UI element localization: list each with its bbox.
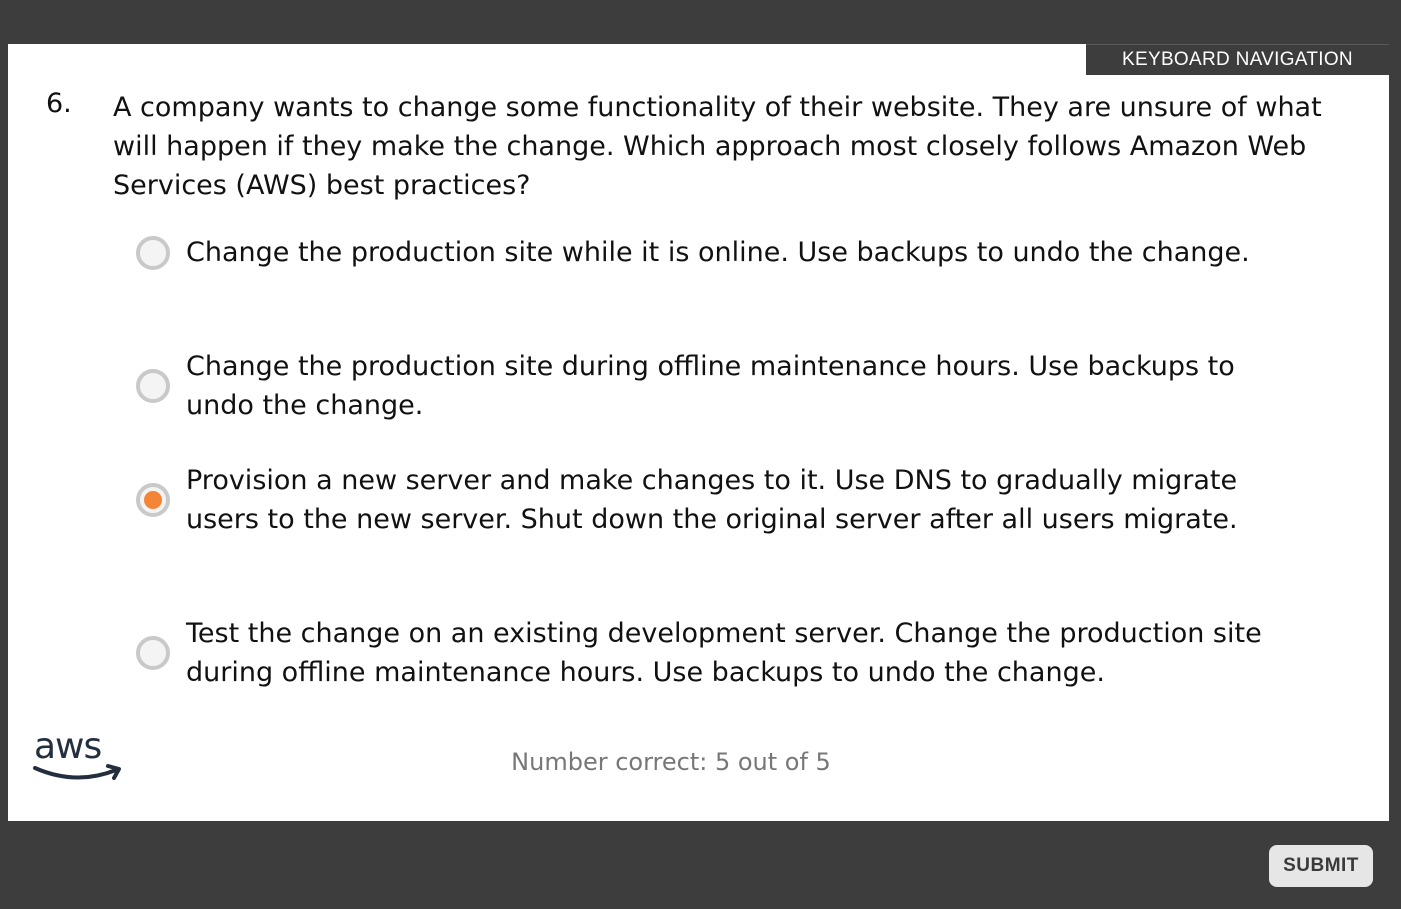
answer-option-2-text: Change the production site during offlin…	[186, 351, 1235, 421]
question-number: 6.	[46, 88, 72, 119]
answer-option-1-text: Change the production site while it is o…	[186, 237, 1250, 268]
answer-option-4-text: Test the change on an existing developme…	[186, 618, 1262, 688]
radio-button-1[interactable]	[136, 235, 170, 270]
answer-option-2[interactable]: Change the production site during offlin…	[136, 347, 1276, 425]
radio-button-2[interactable]	[136, 369, 170, 403]
question-panel: KEYBOARD NAVIGATION 6. A company wants t…	[8, 44, 1389, 821]
answer-option-4[interactable]: Test the change on an existing developme…	[136, 614, 1276, 692]
submit-button[interactable]: SUBMIT	[1269, 845, 1373, 887]
radio-button-3[interactable]	[136, 483, 170, 517]
answer-option-1[interactable]: Change the production site while it is o…	[136, 233, 1276, 272]
keyboard-navigation-button[interactable]: KEYBOARD NAVIGATION	[1086, 44, 1389, 75]
answer-option-3-text: Provision a new server and make changes …	[186, 465, 1238, 535]
score-text: Number correct: 5 out of 5	[511, 748, 831, 776]
radio-button-4[interactable]	[136, 636, 170, 670]
answer-option-3[interactable]: Provision a new server and make changes …	[136, 461, 1276, 539]
question-text: A company wants to change some functiona…	[113, 92, 1322, 201]
